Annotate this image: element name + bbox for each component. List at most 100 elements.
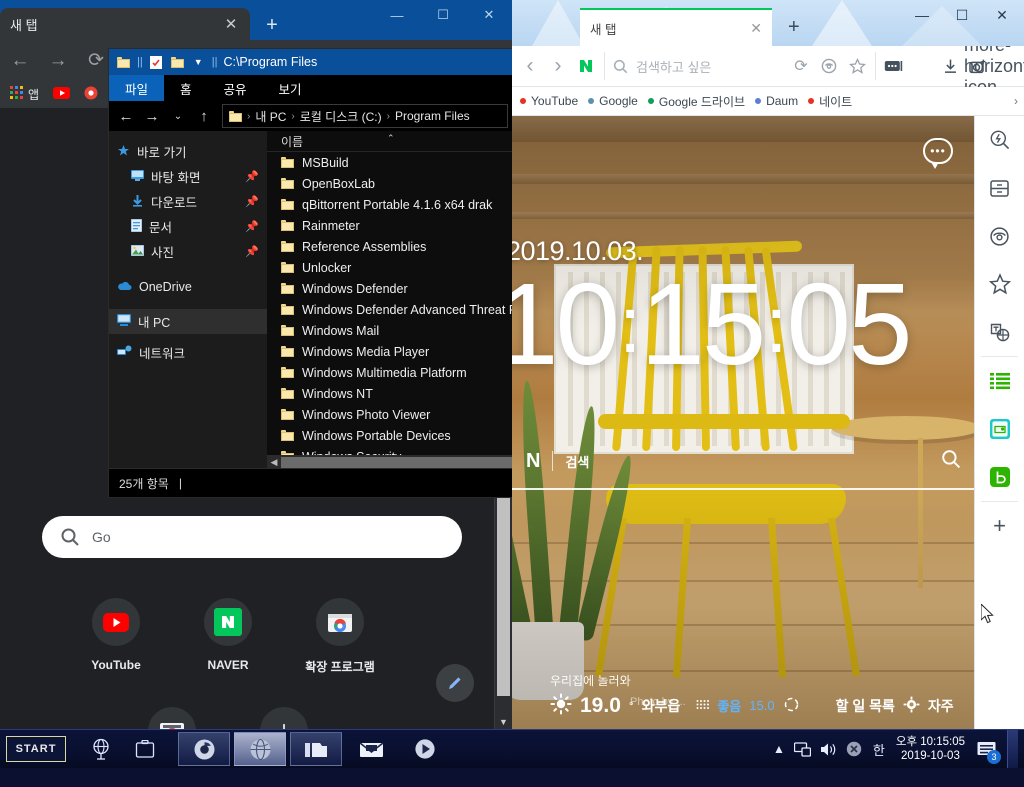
mail-taskbar-button[interactable] — [346, 733, 396, 765]
properties-icon[interactable] — [149, 55, 164, 69]
search-icon[interactable] — [941, 449, 961, 474]
file-row[interactable]: Windows NT — [267, 383, 517, 404]
sidebar-item-quick-access[interactable]: 바로 가기 — [109, 139, 267, 164]
add-sidebar-app-icon[interactable]: + — [975, 502, 1024, 550]
file-row[interactable]: MSBuild — [267, 152, 517, 173]
search-input[interactable]: Go — [42, 516, 462, 558]
sidebar-item-this-pc[interactable]: 내 PC — [109, 309, 267, 334]
file-row[interactable]: Windows Multimedia Platform — [267, 362, 517, 383]
bookmark-google[interactable] — [84, 86, 98, 103]
bookmarks-overflow-icon[interactable]: › — [1014, 94, 1018, 108]
start-button[interactable]: START — [6, 736, 66, 762]
file-row[interactable]: Windows Mail — [267, 320, 517, 341]
bookmark-youtube[interactable] — [53, 86, 71, 102]
breadcrumb-item-2[interactable]: Program Files — [395, 109, 470, 123]
shortcut-webstore[interactable]: 웹 스토어 — [116, 707, 228, 730]
reload-icon[interactable]: ⟳ — [84, 51, 108, 70]
scroll-down-arrow[interactable]: ▼ — [495, 713, 512, 730]
scrollbar-thumb[interactable] — [281, 456, 515, 468]
new-folder-icon[interactable] — [170, 55, 185, 69]
reload-icon[interactable]: ⟳ — [791, 52, 811, 80]
scroll-left-arrow[interactable]: ◀ — [267, 457, 281, 468]
file-row[interactable]: Unlocker — [267, 257, 517, 278]
ribbon-tab-view[interactable]: 보기 — [263, 75, 318, 101]
bookmark-google-drive[interactable]: Google 드라이브 — [647, 93, 745, 110]
star-bookmark-icon[interactable] — [975, 260, 1024, 308]
close-button[interactable]: ✕ — [982, 0, 1022, 30]
more-horizontal-icon[interactable]: more-horizontal-icon — [964, 35, 1024, 97]
breadcrumb-item-1[interactable]: 로컬 디스크 (C:) — [300, 108, 382, 125]
customize-page-button[interactable] — [436, 664, 474, 702]
pin-icon[interactable]: 📌 — [245, 170, 259, 183]
naver-memo-icon[interactable] — [975, 357, 1024, 405]
new-tab-button[interactable]: + — [788, 16, 800, 39]
ribbon-tab-share[interactable]: 공유 — [208, 75, 263, 101]
ribbon-tab-file[interactable]: 파일 — [109, 75, 165, 101]
chrome-taskbar-button[interactable] — [178, 732, 230, 766]
ribbon-tab-home[interactable]: 홈 — [164, 75, 208, 101]
star-icon[interactable] — [847, 52, 867, 80]
maximize-button[interactable]: ☐ — [942, 0, 982, 30]
tray-expand-icon[interactable]: ▲ — [773, 742, 785, 756]
customize-dropdown-icon[interactable]: ▼ — [191, 55, 206, 69]
shortcut-extensions[interactable]: 확장 프로그램 — [284, 598, 396, 675]
up-icon[interactable]: ↑ — [196, 108, 212, 125]
file-row[interactable]: Windows Photo Viewer — [267, 404, 517, 425]
breadcrumb[interactable]: › 내 PC › 로컬 디스크 (C:) › Program Files — [222, 104, 508, 128]
minimize-button[interactable]: — — [902, 0, 942, 30]
naver-search-bar[interactable]: N 검색 — [512, 434, 975, 490]
minimize-button[interactable]: — — [374, 0, 420, 30]
show-desktop-icon[interactable] — [128, 734, 162, 764]
whale-mark-icon[interactable] — [975, 212, 1024, 260]
shortcut-add[interactable]: + 바로가기 추가 — [228, 707, 340, 730]
refresh-circle-icon[interactable] — [783, 696, 800, 716]
new-tab-button[interactable]: + — [256, 10, 288, 40]
bookmark-nate[interactable]: 네이트 — [808, 93, 852, 110]
band-app-icon[interactable] — [975, 453, 1024, 501]
file-row[interactable]: Windows Defender Advanced Threat Pr — [267, 299, 517, 320]
forward-icon[interactable]: › — [544, 52, 572, 80]
taskbar-clock[interactable]: 오후 10:15:05 2019-10-03 — [896, 735, 965, 764]
back-icon[interactable]: ← — [118, 108, 134, 125]
network-tray-icon[interactable] — [793, 741, 811, 757]
folder-icon[interactable] — [116, 55, 131, 69]
naver-search-input[interactable]: 검색 — [565, 452, 929, 471]
column-header-name[interactable]: 이름 ⌃ — [267, 131, 517, 152]
file-row[interactable]: Rainmeter — [267, 215, 517, 236]
pin-icon[interactable]: 📌 — [245, 220, 259, 233]
bookmark-daum[interactable]: Daum — [755, 94, 798, 108]
notification-icon[interactable]: 3 — [974, 737, 1001, 764]
sidebar-item-onedrive[interactable]: OneDrive — [109, 274, 267, 299]
sidebar-item-pictures[interactable]: 사진 📌 — [109, 239, 267, 264]
file-row[interactable]: Windows Defender — [267, 278, 517, 299]
ime-indicator[interactable]: 한 — [873, 740, 885, 759]
back-icon[interactable]: ← — [8, 51, 32, 70]
volume-tray-icon[interactable] — [820, 742, 837, 757]
breadcrumb-item-0[interactable]: 내 PC — [255, 108, 286, 125]
close-circle-icon[interactable] — [846, 741, 862, 757]
speech-bubble-icon[interactable]: ••• — [923, 138, 953, 169]
file-row[interactable]: qBittorrent Portable 4.1.6 x64 drak — [267, 194, 517, 215]
pin-icon[interactable]: 📌 — [245, 245, 259, 258]
chevron-down-icon[interactable]: chevron-down-icon — [908, 52, 936, 80]
todo-list-label[interactable]: 할 일 목록 — [836, 696, 895, 716]
back-icon[interactable]: ‹ — [516, 52, 544, 80]
sidebar-item-desktop[interactable]: 바탕 화면 📌 — [109, 164, 267, 189]
close-button[interactable]: ✕ — [466, 0, 512, 30]
shortcut-naver[interactable]: NAVER — [172, 598, 284, 675]
valet-storage-icon[interactable] — [975, 164, 1024, 212]
translate-icon[interactable] — [975, 308, 1024, 356]
naver-n-icon[interactable] — [572, 52, 600, 80]
file-row[interactable]: Reference Assemblies — [267, 236, 517, 257]
forward-icon[interactable]: → — [144, 108, 160, 125]
sidebar-item-documents[interactable]: 문서 📌 — [109, 214, 267, 239]
whale-taskbar-button[interactable] — [234, 732, 286, 766]
sidebar-item-network[interactable]: 네트워크 — [109, 340, 267, 365]
bookmark-google[interactable]: Google — [588, 94, 638, 108]
explorer-taskbar-button[interactable] — [290, 732, 342, 766]
pin-icon[interactable]: 📌 — [245, 195, 259, 208]
recent-locations-icon[interactable]: ⌄ — [170, 111, 186, 122]
bookmark-youtube[interactable]: YouTube — [520, 94, 578, 108]
download-icon[interactable] — [936, 52, 964, 80]
shortcut-youtube[interactable]: YouTube — [60, 598, 172, 675]
